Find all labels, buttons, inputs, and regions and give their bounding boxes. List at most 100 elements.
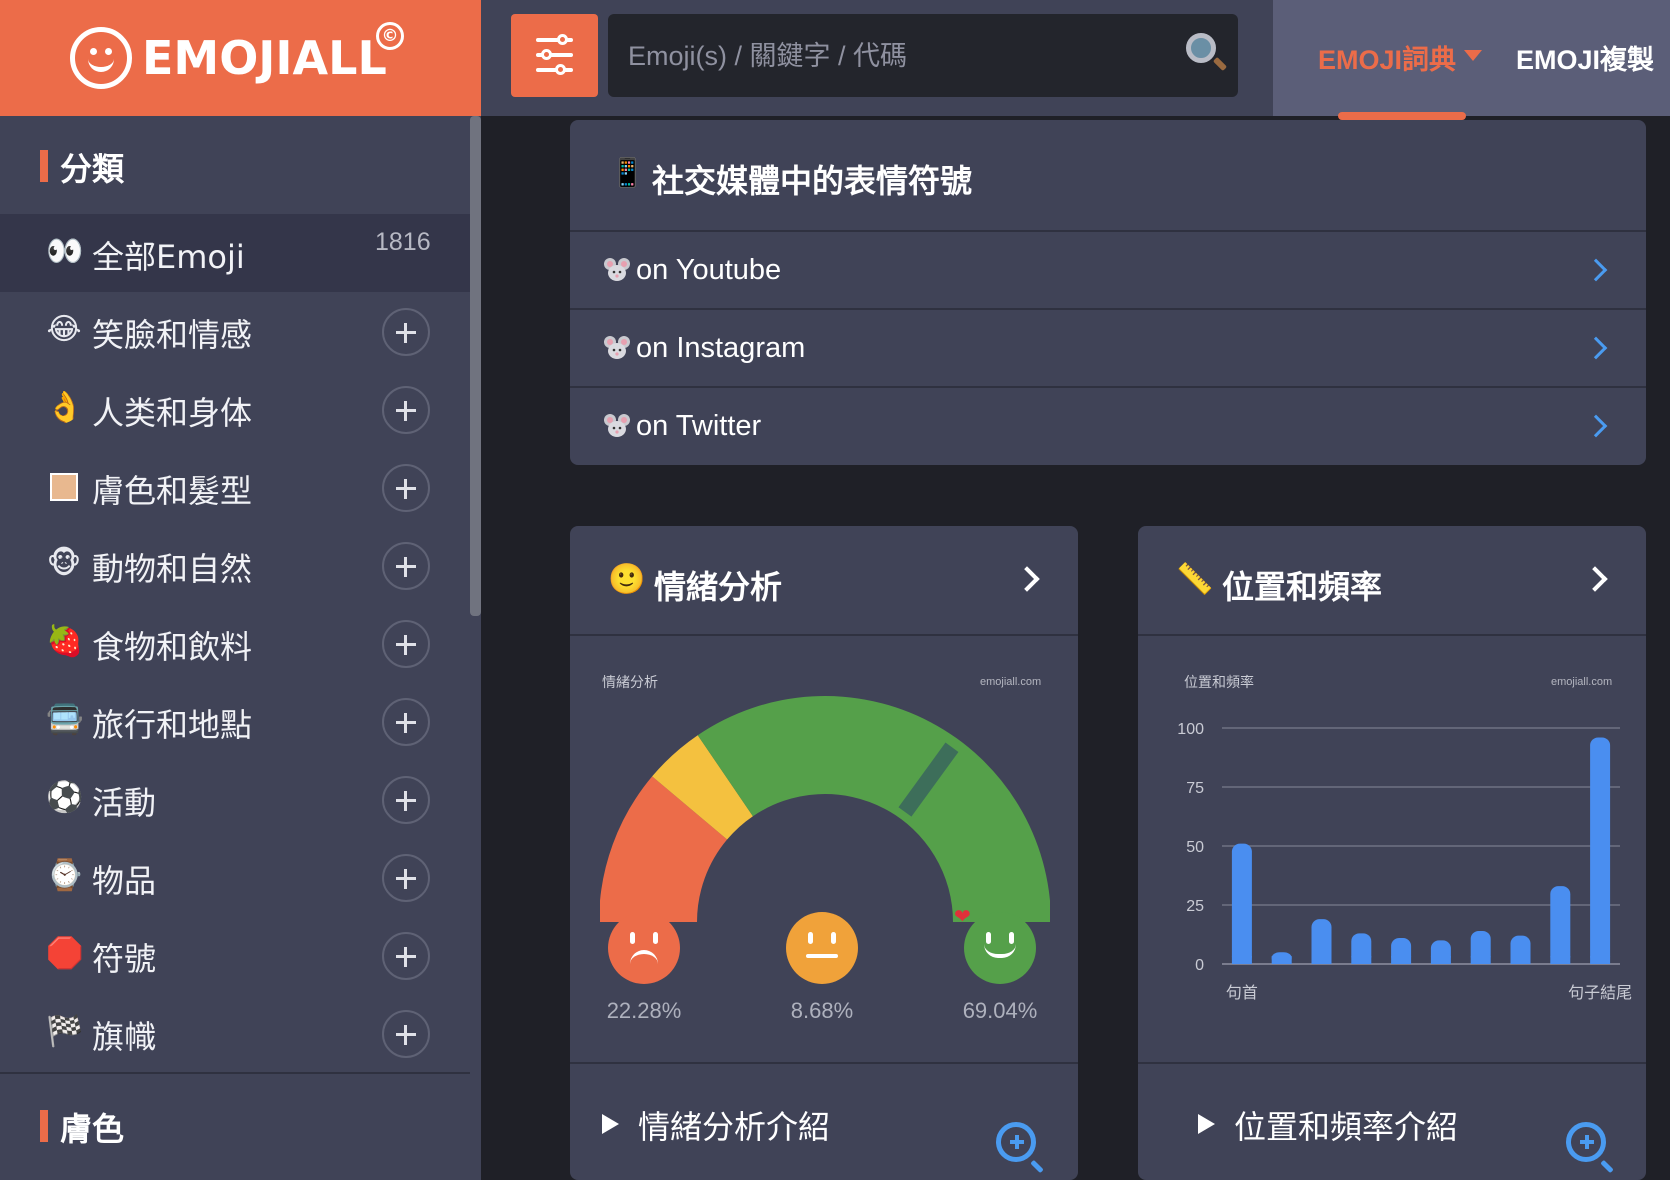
sidebar-section-header: 分類 <box>0 116 470 212</box>
bar-base <box>1271 956 1292 964</box>
expand-plus-icon[interactable] <box>382 308 430 356</box>
search-input[interactable] <box>628 34 1148 78</box>
social-row-youtube[interactable]: on Youtube <box>570 232 1646 310</box>
chevron-down-icon[interactable] <box>1464 50 1482 61</box>
bar <box>1550 886 1571 964</box>
y-tick-label: 100 <box>1177 721 1204 738</box>
social-row-twitter[interactable]: on Twitter <box>570 388 1646 465</box>
nav-emoji-dictionary[interactable]: EMOJI詞典 <box>1318 38 1456 77</box>
sidebar-item-label: 物品 <box>92 862 157 900</box>
y-tick-label: 0 <box>1195 957 1204 974</box>
filter-button[interactable] <box>511 14 598 97</box>
heart-icon: ❤ <box>954 904 971 928</box>
position-card-title: 位置和頻率 <box>1222 568 1383 606</box>
sidebar-section-title: 膚色 <box>60 1110 125 1148</box>
social-row-instagram[interactable]: on Instagram <box>570 310 1646 388</box>
sidebar-item-label: 旅行和地點 <box>92 706 253 744</box>
expand-plus-icon[interactable] <box>382 932 430 980</box>
straight-ruler-icon: 📏 <box>1176 562 1214 597</box>
gauge-positive-segment <box>697 696 1050 922</box>
sidebar-section-title: 分類 <box>60 150 125 188</box>
bar <box>1590 737 1611 964</box>
sidebar-item-symbols[interactable]: 🛑 符號 <box>0 916 470 994</box>
bar-base <box>1351 956 1372 964</box>
sentiment-intro-title: 情緒分析介紹 <box>638 1108 831 1146</box>
sidebar-item-label: 動物和自然 <box>92 550 253 588</box>
sidebar-item-objects[interactable]: ⌚ 物品 <box>0 838 470 916</box>
strawberry-icon: 🍓 <box>46 624 84 659</box>
sentiment-gauge <box>600 696 1050 922</box>
bar-base <box>1391 956 1412 964</box>
social-media-card: 📱 社交媒體中的表情符號 on Youtube on Instagram on … <box>570 120 1646 465</box>
slightly-smiling-face-icon: 🙂 <box>608 562 646 597</box>
sidebar-item-people[interactable]: 👌 人类和身体 <box>0 370 470 448</box>
sidebar-item-label: 笑臉和情感 <box>92 316 253 354</box>
expand-plus-icon[interactable] <box>382 386 430 434</box>
negative-percentage: 22.28% <box>606 998 682 1023</box>
expand-plus-icon[interactable] <box>382 776 430 824</box>
neutral-face-icon <box>786 912 858 984</box>
x-tick-label: 句子結尾 <box>1568 983 1632 1002</box>
x-tick-label: 句首 <box>1226 983 1258 1002</box>
sentiment-card-header[interactable]: 🙂 情緒分析 <box>570 526 1078 634</box>
expand-plus-icon[interactable] <box>382 698 430 746</box>
emoji-count: 1816 <box>375 228 431 256</box>
ok-hand-icon: 👌 <box>46 390 84 425</box>
zoom-handle-icon <box>1030 1159 1044 1174</box>
slider-knob-icon <box>555 64 566 75</box>
sidebar-item-label: 活動 <box>92 784 157 822</box>
sidebar-item-flags[interactable]: 🏁 旗幟 <box>0 994 470 1072</box>
sidebar-item-skin-hair[interactable]: 膚色和髮型 <box>0 448 470 526</box>
chevron-right-icon <box>1014 566 1040 592</box>
search-icon[interactable] <box>1186 33 1216 63</box>
divider <box>1138 634 1646 636</box>
nav-emoji-copy[interactable]: EMOJI複製 <box>1516 38 1654 77</box>
sidebar-scrollbar[interactable] <box>470 116 481 616</box>
tears-of-joy-icon: 😂 <box>46 312 82 347</box>
social-row-label: on Instagram <box>636 332 806 364</box>
nav-active-indicator <box>1338 112 1466 120</box>
expand-plus-icon[interactable] <box>382 542 430 590</box>
sidebar-item-travel[interactable]: 🚍 旅行和地點 <box>0 682 470 760</box>
slider-knob-icon <box>557 34 568 45</box>
chevron-right-icon <box>1584 414 1608 438</box>
divider <box>1138 1062 1646 1064</box>
mobile-phone-icon: 📱 <box>610 156 645 189</box>
sentiment-card: 🙂 情緒分析 情緒分析 emojiall.com ❤ 22.28% 8.68% <box>570 526 1078 1180</box>
sidebar-item-animals[interactable]: 🐵 動物和自然 <box>0 526 470 604</box>
logo[interactable]: EMOJIALL © <box>0 0 481 116</box>
y-tick-label: 50 <box>1186 839 1204 856</box>
position-intro-toggle[interactable]: 位置和頻率介紹 <box>1138 1066 1646 1180</box>
sidebar: 分類 👀 全部Emoji 1816 😂 笑臉和情感 👌 人类和身体 膚色和髮型 … <box>0 116 481 1180</box>
zoom-handle-icon <box>1600 1159 1614 1174</box>
social-card-title: 社交媒體中的表情符號 <box>652 162 973 200</box>
expand-plus-icon[interactable] <box>382 854 430 902</box>
mouse-face-icon <box>604 414 630 437</box>
sidebar-item-label: 符號 <box>92 940 157 978</box>
chevron-right-icon <box>1582 566 1608 592</box>
stop-sign-icon: 🛑 <box>46 936 84 971</box>
sidebar-item-label: 全部Emoji <box>92 238 245 276</box>
zoom-in-icon[interactable] <box>1566 1122 1606 1162</box>
social-row-label: on Twitter <box>636 410 762 442</box>
expand-plus-icon[interactable] <box>382 464 430 512</box>
copyright-mark: © <box>376 22 404 50</box>
sidebar-item-all[interactable]: 👀 全部Emoji 1816 <box>0 214 470 292</box>
position-card-header[interactable]: 📏 位置和頻率 <box>1138 526 1646 634</box>
logo-text: EMOJIALL <box>142 31 387 85</box>
social-row-label: on Youtube <box>636 254 782 286</box>
sidebar-item-food[interactable]: 🍓 食物和飲料 <box>0 604 470 682</box>
expand-triangle-icon <box>602 1114 619 1134</box>
eyes-icon: 👀 <box>46 234 84 269</box>
sentiment-intro-toggle[interactable]: 情緒分析介紹 <box>570 1066 1078 1180</box>
expand-plus-icon[interactable] <box>382 620 430 668</box>
sidebar-item-activities[interactable]: ⚽ 活動 <box>0 760 470 838</box>
zoom-in-icon[interactable] <box>996 1122 1036 1162</box>
expand-plus-icon[interactable] <box>382 1010 430 1058</box>
chequered-flag-icon: 🏁 <box>46 1014 84 1049</box>
y-tick-label: 75 <box>1186 780 1204 797</box>
bar-base <box>1590 956 1611 964</box>
sidebar-item-smileys[interactable]: 😂 笑臉和情感 <box>0 292 470 370</box>
bar-base <box>1510 956 1531 964</box>
bar <box>1231 843 1252 964</box>
